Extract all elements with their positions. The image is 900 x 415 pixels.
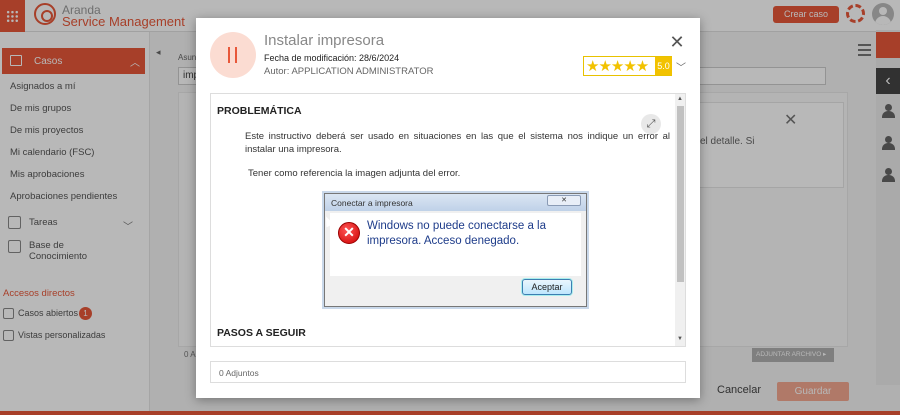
close-icon[interactable]: ✕ [669, 33, 685, 51]
article-modal: Instalar impresora Fecha de modificación… [196, 18, 700, 398]
scroll-up-icon[interactable]: ▲ [677, 96, 683, 102]
reference-paragraph: Tener como referencia la imagen adjunta … [248, 168, 461, 179]
chevron-down-icon[interactable]: ﹀ [676, 59, 686, 74]
scroll-down-icon[interactable]: ▼ [677, 336, 683, 342]
pause-icon [210, 32, 256, 78]
pause-bar-left [228, 47, 230, 63]
steps-heading: PASOS A SEGUIR [217, 327, 306, 339]
accept-button: Aceptar [522, 279, 572, 295]
attachments-bar[interactable]: 0 Adjuntos [210, 361, 686, 383]
rating-score: 5.0 [655, 57, 672, 75]
error-dialog-title: Conectar a impresora [331, 198, 413, 208]
author-label: Autor: APPLICATION ADMINISTRATOR [264, 66, 434, 77]
modal-title: Instalar impresora [264, 32, 385, 49]
problem-paragraph: Este instructivo deberá ser usado en sit… [245, 131, 670, 155]
error-dialog-titlebar: Conectar a impresora ✕ [325, 194, 586, 211]
star-rating-icon: ★★★★★ [586, 58, 649, 75]
error-dialog-image: Conectar a impresora ✕ ✕ Windows no pued… [324, 193, 587, 307]
attachments-label: 0 Adjuntos [219, 368, 259, 378]
error-message: Windows no puede conectarse a la impreso… [367, 220, 546, 247]
scrollbar-thumb[interactable] [677, 106, 684, 282]
pause-bar-right [235, 47, 237, 63]
article-content: PROBLEMÁTICA ⤢ Este instructivo deberá s… [210, 93, 686, 347]
content-scrollbar[interactable]: ▲ ▼ [675, 94, 685, 346]
close-icon: ✕ [547, 195, 581, 206]
problem-heading: PROBLEMÁTICA [217, 105, 302, 117]
modification-date: Fecha de modificación: 28/6/2024 [264, 53, 400, 63]
rating-widget[interactable]: ★★★★★ 5.0 [583, 56, 672, 76]
error-icon: ✕ [338, 222, 360, 244]
error-dialog-body: ✕ Windows no puede conectarse a la impre… [330, 213, 581, 276]
